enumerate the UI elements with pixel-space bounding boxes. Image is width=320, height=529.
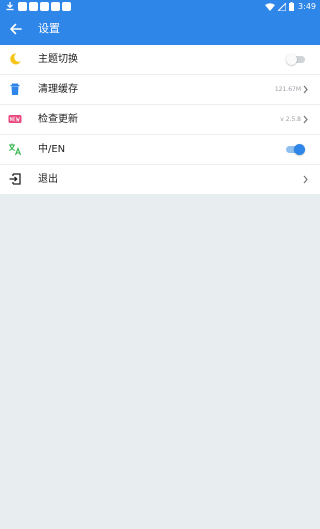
clear-cache-label: 清理缓存 [38,84,78,95]
language-switch-row[interactable]: 中/EN [0,135,320,165]
theme-toggle[interactable] [286,54,305,65]
page-title: 设置 [38,22,60,35]
check-update-row[interactable]: 检查更新 v 2.5.8 [0,105,320,135]
toggle-knob [286,54,297,65]
trash-icon [8,82,22,96]
app-version: v 2.5.8 [280,116,301,123]
exit-icon [8,172,22,186]
theme-switch-label: 主题切换 [38,54,78,65]
language-toggle[interactable] [286,144,305,155]
signal-icon [278,2,287,11]
settings-list: 主题切换 清理缓存 121.67M 检查更新 v 2.5.8 中/EN 退出 [0,45,320,194]
arrow-left-icon[interactable] [7,20,25,38]
translate-icon [8,142,22,156]
chevron-right-icon [303,115,308,124]
notification-icon [62,1,71,11]
notification-icon [29,1,38,11]
wifi-icon [265,2,276,11]
settings-screen: 3:49 设置 主题切换 清理缓存 121.67M 检查更新 v 2.5.8 中… [0,0,320,529]
system-icons: 3:49 [262,0,316,13]
download-icon [6,2,14,11]
cache-size: 121.67M [274,86,301,93]
clock: 3:49 [298,2,316,11]
moon-icon [8,52,22,66]
notification-icon [51,1,60,11]
notification-icon [18,1,27,11]
clear-cache-row[interactable]: 清理缓存 121.67M [0,75,320,105]
battery-icon [289,2,295,11]
status-bar: 3:49 [0,0,320,13]
logout-label: 退出 [38,174,58,185]
check-update-label: 检查更新 [38,114,78,125]
notification-icons [5,1,73,11]
theme-switch-row[interactable]: 主题切换 [0,45,320,75]
toggle-knob [294,144,305,155]
language-switch-label: 中/EN [38,144,66,155]
app-bar: 设置 [0,13,320,45]
logout-row[interactable]: 退出 [0,165,320,194]
new-badge-icon [8,112,22,126]
chevron-right-icon [303,175,308,184]
chevron-right-icon [303,85,308,94]
notification-icon [40,1,49,11]
